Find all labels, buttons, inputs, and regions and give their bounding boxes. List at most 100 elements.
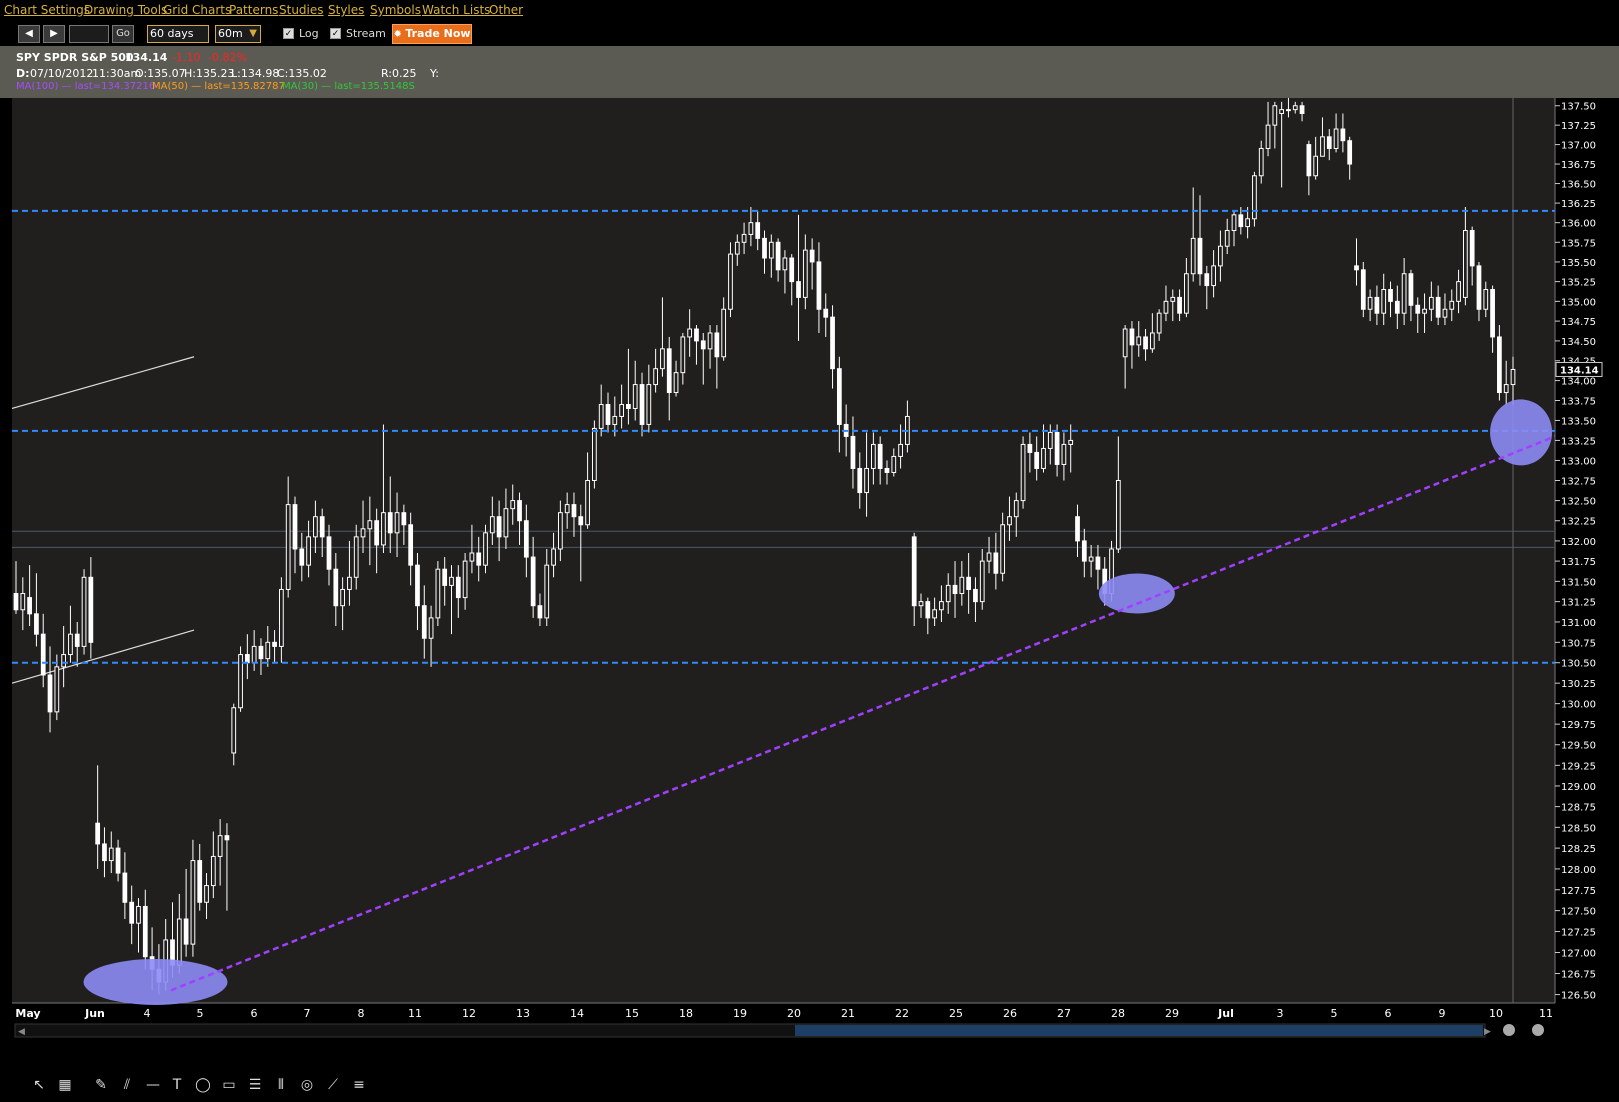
candle-body xyxy=(809,249,815,263)
y-tick-label: 129.50 xyxy=(1561,741,1596,752)
stream-checkbox[interactable]: ✓ xyxy=(330,28,341,39)
candle-body xyxy=(40,633,46,676)
candle-body xyxy=(1081,540,1087,562)
menu-chart-settings[interactable]: Chart Settings xyxy=(4,3,90,17)
candle-body xyxy=(585,480,590,526)
ma100-legend: MA(100) — last=134.37216 xyxy=(16,81,156,92)
candle-body xyxy=(1394,300,1400,314)
price-chart[interactable]: 137.50 137.25 137.00 136.75 136.50 136.25 136.… xyxy=(0,98,1619,1068)
pointer-icon[interactable]: ↖ xyxy=(28,1074,50,1096)
candle-body xyxy=(381,512,386,546)
menu-studies[interactable]: Studies xyxy=(279,3,324,17)
candle-body xyxy=(714,332,720,358)
candle-body xyxy=(830,316,835,370)
candle-body xyxy=(1211,265,1216,287)
candle-body xyxy=(598,403,604,429)
candle-body xyxy=(1497,336,1502,394)
candle-body xyxy=(347,576,352,590)
crosshair-icon[interactable]: ▦ xyxy=(54,1074,76,1096)
candle-body xyxy=(1054,431,1060,465)
candle-body xyxy=(1156,312,1162,334)
candle-body xyxy=(47,674,53,713)
settings-lines-icon[interactable]: ≡ xyxy=(348,1074,370,1096)
menu-patterns[interactable]: Patterns xyxy=(229,3,278,17)
fibonacci-icon[interactable]: ☰ xyxy=(244,1074,266,1096)
candle-body xyxy=(435,568,441,619)
candle-body xyxy=(1170,296,1176,302)
horizontal-line-icon[interactable]: — xyxy=(142,1074,164,1096)
candle-body xyxy=(1068,439,1074,445)
log-checkbox[interactable]: ✓ xyxy=(283,28,294,39)
candle-body xyxy=(932,609,937,619)
interval-select[interactable]: 60m ▼ xyxy=(215,25,261,43)
menu-symbols[interactable]: Symbols xyxy=(370,3,421,17)
x-tick-label: 19 xyxy=(733,1007,747,1020)
menu-drawing-tools[interactable]: Drawing Tools xyxy=(84,3,167,17)
x-tick-label: 11 xyxy=(408,1007,422,1020)
candle-body xyxy=(952,584,958,595)
candle-body xyxy=(483,532,488,566)
menu-watch-lists[interactable]: Watch Lists xyxy=(422,3,490,17)
candle-body xyxy=(694,328,699,342)
candle-body xyxy=(1367,296,1373,310)
y-tick-label: 127.25 xyxy=(1561,928,1596,939)
x-tick-label: 6 xyxy=(1385,1007,1392,1020)
menu-styles[interactable]: Styles xyxy=(328,3,364,17)
candle-body xyxy=(27,597,32,615)
candle-body xyxy=(1354,265,1359,271)
trade-now-button[interactable]: ✹ Trade Now xyxy=(392,24,472,44)
scrollbar-thumb[interactable] xyxy=(795,1025,1483,1036)
ellipse-icon[interactable]: ◯ xyxy=(192,1074,214,1096)
candle-body xyxy=(1163,300,1169,314)
candle-body xyxy=(401,512,407,526)
candle-body xyxy=(1177,296,1182,314)
x-tick-label: 7 xyxy=(304,1007,311,1020)
zoom-in-icon[interactable] xyxy=(1503,1024,1515,1036)
candle-body xyxy=(469,552,475,562)
candle-body xyxy=(1265,124,1271,149)
candle-body xyxy=(68,633,73,656)
x-tick-label: 22 xyxy=(895,1007,909,1020)
pencil-icon[interactable]: ✎ xyxy=(90,1074,112,1096)
back-button[interactable]: ◀ xyxy=(18,25,40,43)
highlight-ellipse xyxy=(1490,399,1553,466)
menu-other[interactable]: Other xyxy=(489,3,523,17)
candle-body xyxy=(1503,384,1509,394)
last-price-label: 134.14 xyxy=(1560,365,1599,376)
candle-body xyxy=(605,403,611,425)
y-value: Y: xyxy=(430,67,439,80)
bar-date: 07/10/2012 xyxy=(30,67,94,80)
zoom-out-icon[interactable] xyxy=(1532,1024,1544,1036)
fan-icon[interactable]: ⟋ xyxy=(322,1074,344,1096)
vertical-lines-icon[interactable]: ⦀ xyxy=(270,1074,292,1096)
bar-low: L:134.98 xyxy=(231,67,280,80)
go-button[interactable]: Go xyxy=(112,25,134,43)
x-tick-label: 29 xyxy=(1165,1007,1179,1020)
scroll-right-icon: ▶ xyxy=(1484,1027,1491,1037)
period-select[interactable]: 60 days xyxy=(147,25,209,43)
text-icon[interactable]: T xyxy=(166,1074,188,1096)
candle-body xyxy=(1347,140,1353,165)
candle-body xyxy=(360,528,366,538)
forward-button[interactable]: ▶ xyxy=(43,25,65,43)
candle-body xyxy=(945,584,951,603)
spiral-icon[interactable]: ◎ xyxy=(296,1074,318,1096)
candle-body xyxy=(700,340,706,350)
candle-body xyxy=(13,593,19,611)
quote-info-bar: SPY SPDR S&P 500 134.14 -1.10 -0.82% D: … xyxy=(0,46,1619,98)
menu-grid-charts[interactable]: Grid Charts xyxy=(163,3,231,17)
candle-body xyxy=(408,524,414,566)
chart-area[interactable]: 137.50 137.25 137.00 136.75 136.50 136.25 136.… xyxy=(0,98,1619,1102)
bar-high: H:135.23 xyxy=(184,67,235,80)
candle-body xyxy=(1034,451,1040,469)
candle-body xyxy=(789,257,795,283)
date-input[interactable] xyxy=(69,25,109,43)
candle-body xyxy=(217,835,223,857)
highlight-ellipse xyxy=(83,958,228,1005)
candle-body xyxy=(1449,300,1455,310)
candle-body xyxy=(1013,500,1019,518)
parallel-lines-icon[interactable]: ⫽ xyxy=(116,1074,138,1096)
candle-body xyxy=(1007,516,1012,526)
rectangle-icon[interactable]: ▭ xyxy=(218,1074,240,1096)
candle-body xyxy=(251,645,257,664)
